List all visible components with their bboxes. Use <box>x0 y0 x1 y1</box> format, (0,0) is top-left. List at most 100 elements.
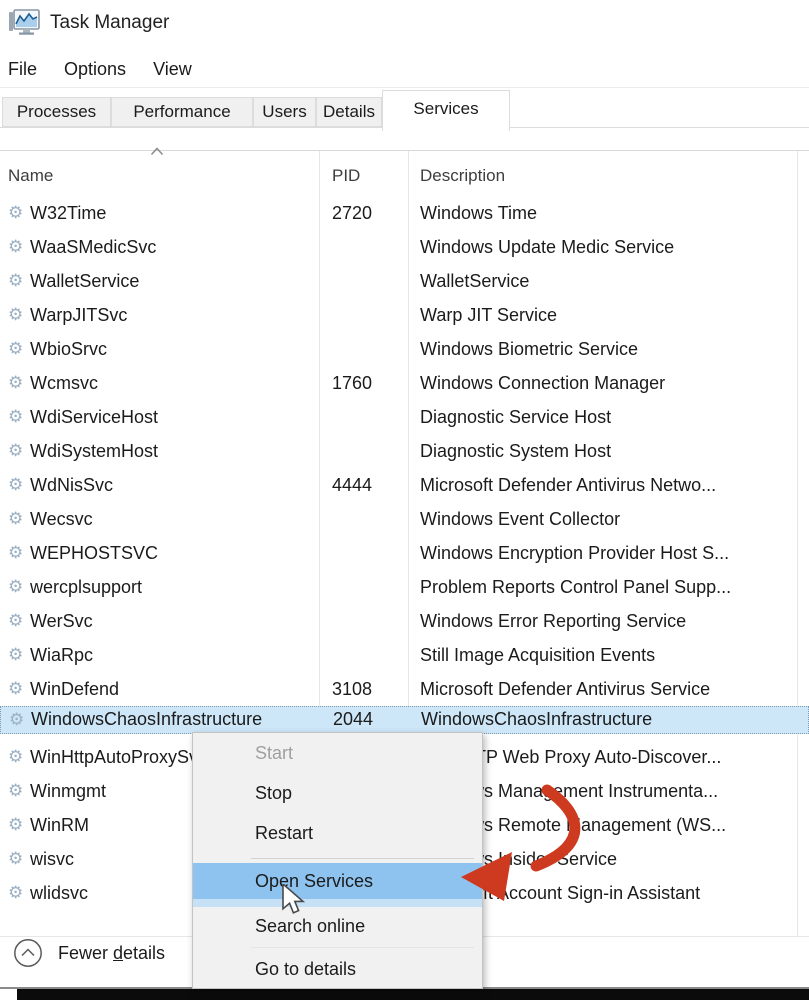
service-description: Windows Connection Manager <box>420 366 796 400</box>
column-header-description[interactable]: Description <box>420 156 505 196</box>
service-description: Diagnostic Service Host <box>420 400 796 434</box>
bottom-bar <box>17 989 809 1000</box>
service-description: WalletService <box>420 264 796 298</box>
fewer-details-label: etails <box>123 943 165 963</box>
service-row[interactable]: ⚙WEPHOSTSVC Windows Encryption Provider H… <box>0 536 809 570</box>
service-row[interactable]: ⚙WecsvcWindows Event Collector <box>0 502 809 536</box>
service-name: WdNisSvc <box>30 468 318 502</box>
tabstrip-top-divider <box>0 87 809 88</box>
gear-icon: ⚙ <box>8 400 23 434</box>
task-manager-window: Task Manager File Options View ProcessesPe… <box>0 0 809 1000</box>
service-row[interactable]: ⚙WiaRpc Still Image Acquisition Events <box>0 638 809 672</box>
service-description: Still Image Acquisition Events <box>420 638 796 672</box>
menu-item-open-services[interactable]: Open Services <box>193 863 482 907</box>
service-description: Windows Error Reporting Service <box>420 604 796 638</box>
menubar-item-file[interactable]: File <box>8 52 37 86</box>
service-name: WiaRpc <box>30 638 318 672</box>
gear-icon: ⚙ <box>8 842 23 876</box>
gear-icon: ⚙ <box>8 366 23 400</box>
gear-icon: ⚙ <box>8 536 23 570</box>
service-row[interactable]: ⚙wercplsupport Problem Reports Control Pa… <box>0 570 809 604</box>
menubar-item-options[interactable]: Options <box>64 52 126 86</box>
fewer-details-label: Fewer <box>58 943 113 963</box>
column-header-pid[interactable]: PID <box>332 156 360 196</box>
service-description: WindowsChaosInfrastructure <box>421 706 797 732</box>
service-row[interactable]: ⚙WarpJITSvcWarp JIT Service <box>0 298 809 332</box>
menu-item-stop[interactable]: Stop <box>193 773 482 813</box>
service-name: WaaSMedicSvc <box>30 230 318 264</box>
service-row[interactable]: ⚙WindowsChaosInfrastructure2044WindowsCh… <box>0 706 809 734</box>
service-name: WindowsChaosInfrastructure <box>31 706 319 732</box>
gear-icon: ⚙ <box>8 332 23 366</box>
gear-icon: ⚙ <box>8 570 23 604</box>
service-description: Windows Biometric Service <box>420 332 796 366</box>
gear-icon: ⚙ <box>8 264 23 298</box>
service-name: W32Time <box>30 196 318 230</box>
gear-icon: ⚙ <box>8 468 23 502</box>
tab-processes[interactable]: Processes <box>2 97 111 127</box>
service-pid: 2720 <box>332 196 402 230</box>
service-description: Problem Reports Control Panel Supp... <box>420 570 796 604</box>
title-bar: Task Manager <box>0 0 809 50</box>
gear-icon: ⚙ <box>8 876 23 910</box>
window-title: Task Manager <box>50 10 169 36</box>
menu-item-start: Start <box>193 733 482 773</box>
sort-ascending-icon <box>150 147 164 156</box>
column-header-name[interactable]: Name <box>8 156 53 196</box>
service-row[interactable]: ⚙Wcmsvc 1760 Windows Connection Manager <box>0 366 809 400</box>
service-name: WdiSystemHost <box>30 434 318 468</box>
service-description: Microsoft Defender Antivirus Service <box>420 672 796 706</box>
service-row[interactable]: ⚙WaaSMedicSvcWindows Update Medic Servic… <box>0 230 809 264</box>
menu-item-search-online[interactable]: Search online <box>193 907 482 945</box>
service-pid: 3108 <box>332 672 402 706</box>
service-row[interactable]: ⚙WdiServiceHost Diagnostic Service Host <box>0 400 809 434</box>
gear-icon: ⚙ <box>8 604 23 638</box>
service-row[interactable]: ⚙WbioSrvc Windows Biometric Service <box>0 332 809 366</box>
task-manager-icon <box>8 8 40 36</box>
menu-bar: File Options View <box>0 52 192 86</box>
service-description: Diagnostic System Host <box>420 434 796 468</box>
service-row[interactable]: ⚙WerSvc Windows Error Reporting Service <box>0 604 809 638</box>
service-name: WerSvc <box>30 604 318 638</box>
service-row[interactable]: ⚙WdNisSvc 4444 Microsoft Defender Antiviru… <box>0 468 809 502</box>
menu-item-go-to-details[interactable]: Go to details <box>193 950 482 988</box>
tab-services[interactable]: Services <box>382 90 510 131</box>
service-description: Windows Update Medic Service <box>420 230 796 264</box>
service-name: WEPHOSTSVC <box>30 536 318 570</box>
service-name: wercplsupport <box>30 570 318 604</box>
service-description: Windows Time <box>420 196 796 230</box>
service-row[interactable]: ⚙W32Time2720Windows Time <box>0 196 809 230</box>
gear-icon: ⚙ <box>8 808 23 842</box>
context-menu: StartStopRestart Open ServicesSearch onli… <box>192 732 483 989</box>
gear-icon: ⚙ <box>8 774 23 808</box>
service-row[interactable]: ⚙WdiSystemHost Diagnostic System Host <box>0 434 809 468</box>
tab-users[interactable]: Users <box>253 97 316 127</box>
fewer-details-accesskey: d <box>113 943 123 963</box>
gear-icon: ⚙ <box>8 502 23 536</box>
service-description: Microsoft Defender Antivirus Netwo... <box>420 468 796 502</box>
gear-icon: ⚙ <box>8 298 23 332</box>
tab-details[interactable]: Details <box>316 97 382 127</box>
service-name: WarpJITSvc <box>30 298 318 332</box>
gear-icon: ⚙ <box>8 638 23 672</box>
service-name: WinDefend <box>30 672 318 706</box>
menu-separator <box>193 945 482 950</box>
service-name: Wcmsvc <box>30 366 318 400</box>
tab-performance[interactable]: Performance <box>111 97 253 127</box>
table-top-divider <box>0 150 809 151</box>
service-pid: 2044 <box>333 706 403 732</box>
service-name: WdiServiceHost <box>30 400 318 434</box>
gear-icon: ⚙ <box>8 672 23 706</box>
chevron-up-circle-icon[interactable] <box>13 938 43 968</box>
service-name: WbioSrvc <box>30 332 318 366</box>
service-description: Windows Encryption Provider Host S... <box>420 536 796 570</box>
menu-item-restart[interactable]: Restart <box>193 813 482 853</box>
gear-icon: ⚙ <box>8 434 23 468</box>
fewer-details-button[interactable]: Fewer details <box>58 938 165 968</box>
service-pid: 4444 <box>332 468 402 502</box>
service-name: Wecsvc <box>30 502 318 536</box>
service-pid: 1760 <box>332 366 402 400</box>
menubar-item-view[interactable]: View <box>153 52 192 86</box>
service-row[interactable]: ⚙WinDefend 3108 Microsoft Defender Antivir… <box>0 672 809 706</box>
service-row[interactable]: ⚙WalletServiceWalletService <box>0 264 809 298</box>
